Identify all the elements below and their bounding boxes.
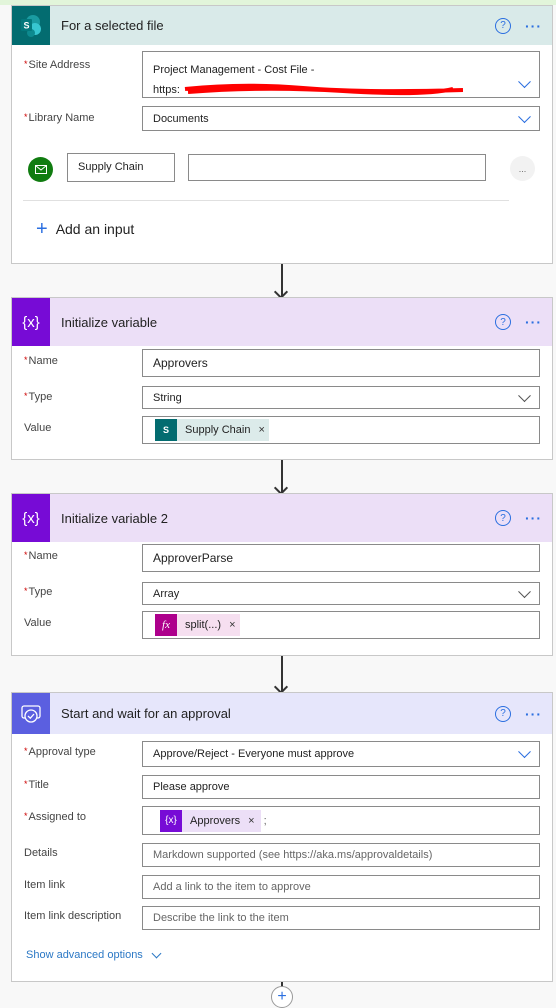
- type-dropdown[interactable]: Array: [142, 582, 540, 605]
- item-link-description-input[interactable]: Describe the link to the item: [142, 906, 540, 930]
- site-address-dropdown[interactable]: Project Management - Cost File - https:: [142, 51, 540, 98]
- remove-token-icon[interactable]: ×: [229, 619, 235, 631]
- value-input[interactable]: fx split(...) ×: [142, 611, 540, 639]
- name-label: *Name: [24, 355, 58, 367]
- assigned-to-input[interactable]: {x} Approvers × ;: [142, 806, 540, 835]
- title-input[interactable]: Please approve: [142, 775, 540, 799]
- type-label: *Type: [24, 391, 53, 403]
- name-input[interactable]: ApproverParse: [142, 544, 540, 572]
- more-options-icon[interactable]: ···: [525, 314, 542, 330]
- plus-icon: +: [36, 218, 48, 240]
- assigned-to-label: *Assigned to: [24, 811, 86, 823]
- more-options-icon[interactable]: ···: [525, 18, 542, 34]
- add-step-button[interactable]: +: [271, 986, 293, 1008]
- approval-card: Start and wait for an approval ? ··· *Ap…: [11, 692, 553, 982]
- value-label: Value: [24, 617, 52, 629]
- approval-icon: [12, 693, 50, 734]
- card-header[interactable]: Start and wait for an approval ? ···: [12, 693, 552, 734]
- chevron-down-icon[interactable]: [518, 745, 531, 759]
- help-icon[interactable]: ?: [495, 510, 511, 526]
- title-label: *Title: [24, 779, 49, 791]
- trigger-card: S For a selected file ? ··· *Site Addres…: [11, 5, 553, 264]
- initialize-variable-card: {x} Initialize variable ? ··· *Name Appr…: [11, 297, 553, 460]
- chevron-down-icon: [151, 948, 162, 958]
- approval-type-dropdown[interactable]: Approve/Reject - Everyone must approve: [142, 741, 540, 767]
- name-input[interactable]: Approvers: [142, 349, 540, 377]
- name-label: *Name: [24, 550, 58, 562]
- item-link-label: Item link: [24, 879, 65, 891]
- details-label: Details: [24, 847, 58, 859]
- chevron-down-icon[interactable]: [518, 388, 531, 402]
- site-address-label: *Site Address: [24, 59, 91, 71]
- help-icon[interactable]: ?: [495, 314, 511, 330]
- help-icon[interactable]: ?: [495, 17, 511, 34]
- connector-arrow: [281, 264, 283, 297]
- function-icon: fx: [155, 614, 177, 636]
- separator: ;: [263, 814, 267, 827]
- show-advanced-options-link[interactable]: Show advanced options: [26, 948, 162, 961]
- library-name-label: *Library Name: [24, 112, 95, 124]
- redaction-scribble: [184, 83, 463, 96]
- chevron-down-icon[interactable]: [518, 584, 531, 598]
- remove-token-icon[interactable]: ×: [248, 815, 254, 827]
- value-label: Value: [24, 422, 52, 434]
- card-title: Initialize variable 2: [61, 510, 168, 526]
- chevron-down-icon[interactable]: [518, 109, 531, 123]
- details-input[interactable]: Markdown supported (see https://aka.ms/a…: [142, 843, 540, 867]
- more-options-icon[interactable]: ···: [525, 706, 542, 722]
- help-icon[interactable]: ?: [495, 705, 511, 722]
- card-header[interactable]: {x} Initialize variable 2 ? ···: [12, 494, 552, 542]
- input-value-field[interactable]: [188, 154, 486, 181]
- more-options-icon[interactable]: ···: [525, 510, 542, 526]
- item-link-description-label: Item link description: [24, 910, 122, 922]
- card-header[interactable]: {x} Initialize variable ? ···: [12, 298, 552, 346]
- card-title: For a selected file: [61, 18, 164, 33]
- variable-icon: {x}: [12, 494, 50, 542]
- approval-type-label: *Approval type: [24, 746, 96, 758]
- variable-icon: {x}: [160, 809, 182, 832]
- svg-text:S: S: [23, 20, 29, 30]
- site-address-line1: Project Management - Cost File -: [153, 64, 315, 76]
- dynamic-content-token[interactable]: S Supply Chain ×: [155, 419, 269, 441]
- connector-arrow: [281, 460, 283, 493]
- value-input[interactable]: S Supply Chain ×: [142, 416, 540, 444]
- input-name-field[interactable]: Supply Chain: [67, 153, 175, 182]
- type-dropdown[interactable]: String: [142, 386, 540, 409]
- add-input-button[interactable]: + Add an input: [36, 218, 134, 240]
- site-address-line2: https:: [153, 80, 539, 100]
- variable-token[interactable]: {x} Approvers ×: [160, 809, 261, 832]
- input-more-button[interactable]: ...: [510, 156, 535, 181]
- item-link-input[interactable]: Add a link to the item to approve: [142, 875, 540, 899]
- email-input-icon: [28, 157, 53, 182]
- card-title: Initialize variable: [61, 314, 158, 330]
- card-title: Start and wait for an approval: [61, 706, 231, 721]
- variable-icon: {x}: [12, 298, 50, 346]
- expression-token[interactable]: fx split(...) ×: [155, 614, 240, 636]
- initialize-variable-2-card: {x} Initialize variable 2 ? ··· *Name Ap…: [11, 493, 553, 656]
- card-header[interactable]: S For a selected file ? ···: [12, 6, 552, 45]
- connector-arrow: [281, 656, 283, 692]
- sharepoint-icon: S: [155, 419, 177, 441]
- sharepoint-icon: S: [12, 6, 50, 45]
- type-label: *Type: [24, 586, 53, 598]
- remove-token-icon[interactable]: ×: [258, 424, 264, 436]
- library-name-dropdown[interactable]: Documents: [142, 106, 540, 131]
- divider: [23, 200, 509, 201]
